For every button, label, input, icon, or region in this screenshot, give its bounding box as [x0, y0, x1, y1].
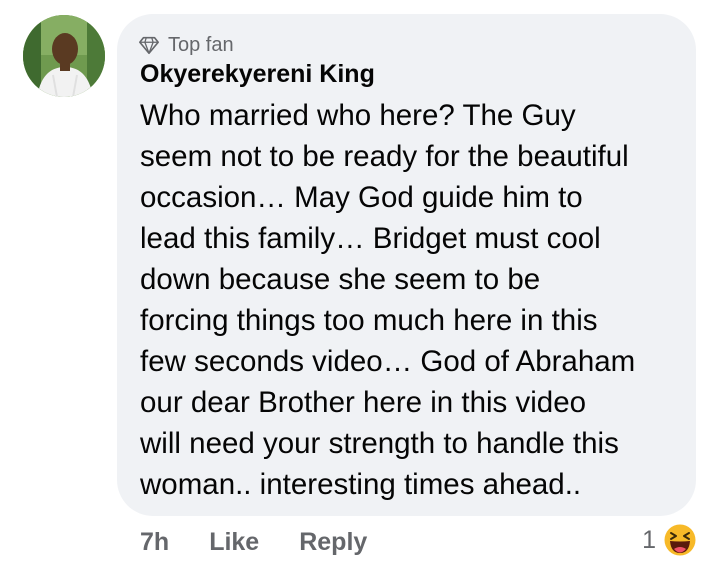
like-button[interactable]: Like	[209, 528, 259, 557]
comment-line: lead this family… Bridget must cool	[140, 222, 601, 255]
author-name[interactable]: Okyerekyereni King	[140, 60, 375, 89]
timestamp[interactable]: 7h	[140, 528, 169, 557]
reply-button[interactable]: Reply	[299, 528, 367, 557]
comment-line: occasion… May God guide him to	[140, 181, 583, 214]
haha-laugh-emoji-icon	[663, 523, 697, 557]
comment-screenshot: Top fan Okyerekyereni King Who married w…	[0, 0, 720, 582]
reaction-summary[interactable]: 1	[642, 522, 698, 558]
comment-line: seem not to be ready for the beautiful	[140, 140, 629, 173]
comment-line: forcing things too much here in this	[140, 304, 598, 337]
diamond-icon	[139, 36, 159, 55]
comment-actions: 7h Like Reply	[140, 528, 367, 557]
comment-line: few seconds video… God of Abraham	[140, 345, 636, 378]
comment-text: Who married who here? The Guy seem not t…	[140, 95, 685, 505]
comment-line: woman.. interesting times ahead..	[140, 468, 582, 501]
comment-line: down because she seem to be	[140, 263, 541, 296]
avatar-photo	[23, 15, 105, 97]
reaction-count: 1	[642, 525, 656, 554]
comment-line: our dear Brother here in this video	[140, 386, 587, 419]
top-fan-badge: Top fan	[138, 32, 234, 58]
comment-line: will need your strength to handle this	[140, 427, 619, 460]
comment-line: Who married who here? The Guy	[140, 99, 576, 132]
badge-label: Top fan	[168, 33, 234, 56]
avatar[interactable]	[23, 15, 105, 97]
